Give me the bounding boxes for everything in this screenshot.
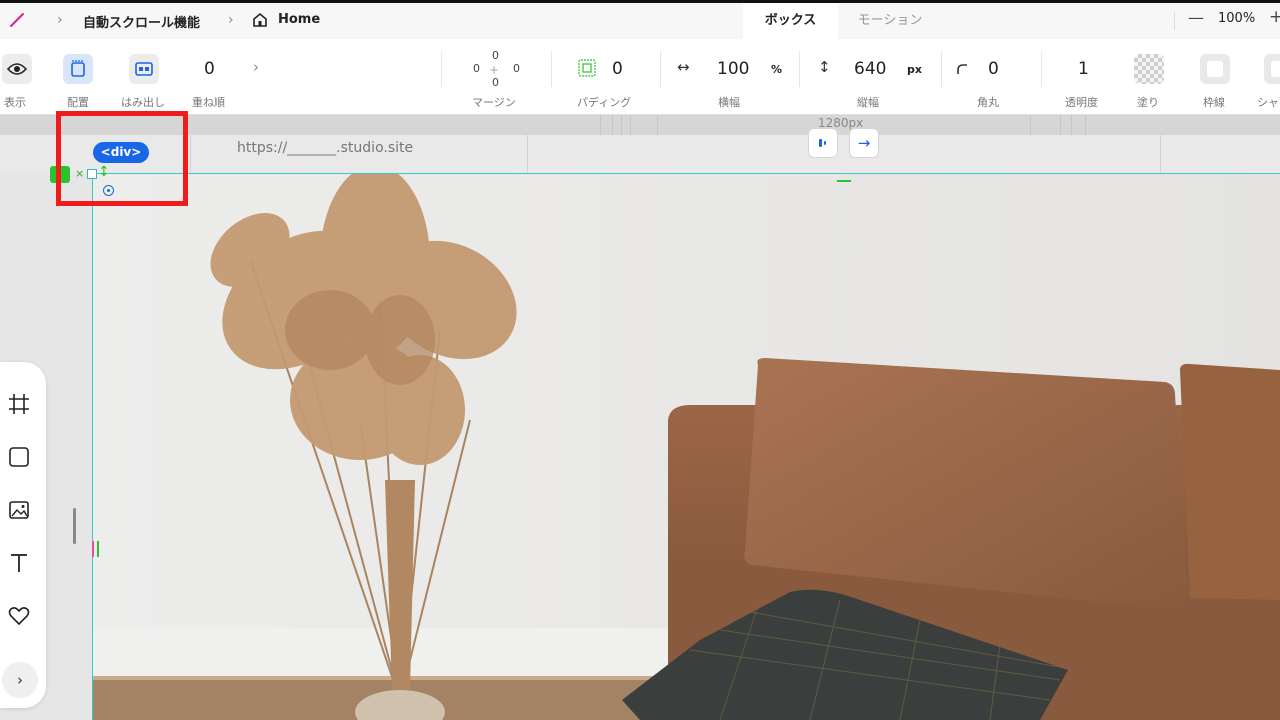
- padding-label: パディング: [577, 96, 632, 109]
- image-tool-icon: [9, 501, 29, 519]
- layout-label: 配置: [67, 96, 89, 109]
- height-unit[interactable]: px: [907, 63, 922, 76]
- hero-image[interactable]: [93, 174, 1280, 720]
- divider: [799, 51, 800, 87]
- panel-resize-handle[interactable]: [73, 508, 76, 544]
- heart-tool-icon: [8, 607, 30, 626]
- border-swatch-icon: [1207, 61, 1223, 77]
- icon-tool-button[interactable]: [8, 605, 30, 627]
- shadow-button[interactable]: [1264, 54, 1280, 84]
- margin-bottom-value[interactable]: 0: [492, 76, 499, 89]
- preview-url: https://_______.studio.site: [237, 140, 414, 156]
- divider: [941, 51, 942, 87]
- tab-box[interactable]: ボックス: [743, 3, 838, 39]
- box-tool-button[interactable]: [8, 446, 30, 468]
- text-tool-button[interactable]: [8, 552, 30, 574]
- divider: [660, 51, 661, 87]
- frame-outline-left: [92, 173, 93, 720]
- padding-value[interactable]: 0: [612, 59, 623, 79]
- guide-marker: [92, 541, 94, 557]
- zindex-label: 重ね順: [192, 96, 225, 109]
- canvas-ruler: [0, 115, 1280, 135]
- radius-value[interactable]: 0: [988, 59, 999, 79]
- align-start-button[interactable]: [808, 128, 838, 158]
- home-icon: [253, 12, 267, 27]
- divider: [1041, 51, 1042, 87]
- layout-icon: [71, 60, 85, 77]
- eye-icon: [7, 63, 27, 75]
- align-bar-icon: [819, 139, 826, 147]
- opacity-value[interactable]: 1: [1078, 59, 1089, 79]
- studio-logo-icon[interactable]: [8, 11, 26, 29]
- padding-icon: [578, 59, 596, 77]
- divider: [1174, 12, 1175, 30]
- chevron-right-icon: ›: [57, 12, 63, 28]
- frame-outline-top: [92, 173, 1280, 174]
- frame-tool-icon: [9, 394, 29, 414]
- border-button[interactable]: [1200, 54, 1230, 84]
- margin-label: マージン: [472, 96, 516, 109]
- zoom-in-button[interactable]: +: [1269, 7, 1280, 27]
- height-label: 縦幅: [857, 96, 879, 109]
- margin-right-value[interactable]: 0: [513, 62, 520, 75]
- breadcrumb-bar: › 自動スクロール機能 › Home: [0, 3, 1280, 39]
- radius-label: 角丸: [977, 96, 999, 109]
- height-arrows-icon: ↕: [818, 58, 831, 76]
- expand-panel-button[interactable]: ›: [2, 662, 38, 698]
- width-value[interactable]: 100: [717, 59, 749, 79]
- display-label: 表示: [4, 96, 26, 109]
- width-unit[interactable]: %: [771, 63, 782, 76]
- overflow-icon: [135, 62, 153, 76]
- spacing-indicator: [837, 180, 851, 182]
- frame-tool-button[interactable]: [8, 393, 30, 415]
- margin-cross-icon: +: [489, 63, 500, 77]
- margin-left-value[interactable]: 0: [473, 62, 480, 75]
- chevron-right-icon: ›: [228, 12, 234, 28]
- divider: [527, 135, 528, 173]
- divider: [1160, 135, 1161, 173]
- zoom-out-button[interactable]: —: [1188, 8, 1204, 27]
- property-toolbar: 表示 配置 はみ出し 0 重ね順 › 0 0 + 0 0 マージン 0 パディン…: [0, 39, 1280, 115]
- breadcrumb-project[interactable]: 自動スクロール機能: [83, 12, 200, 31]
- tab-motion[interactable]: モーション: [840, 3, 940, 39]
- fill-label: 塗り: [1137, 96, 1159, 109]
- guide-marker: [97, 541, 99, 557]
- direction-button[interactable]: →: [849, 128, 879, 158]
- height-value[interactable]: 640: [854, 59, 886, 79]
- tool-panel: [0, 362, 46, 708]
- divider: [551, 51, 552, 87]
- chevron-right-icon[interactable]: ›: [253, 58, 259, 76]
- fill-swatch-button[interactable]: [1134, 54, 1164, 84]
- zindex-value[interactable]: 0: [204, 59, 215, 79]
- shadow-label: シャ: [1257, 96, 1279, 109]
- shadow-swatch-icon: [1271, 61, 1280, 77]
- chevron-right-icon: ›: [17, 671, 23, 689]
- highlight-annotation-box: [56, 111, 188, 206]
- width-arrows-icon: ↔: [677, 58, 690, 76]
- box-tool-icon: [9, 447, 29, 467]
- living-room-photo: [93, 174, 1280, 720]
- arrow-right-icon: →: [857, 134, 871, 152]
- display-toggle-button[interactable]: [2, 54, 32, 84]
- image-tool-button[interactable]: [8, 499, 30, 521]
- zoom-level[interactable]: 100%: [1218, 11, 1255, 26]
- border-label: 枠線: [1203, 96, 1225, 109]
- text-tool-icon: [11, 554, 27, 572]
- margin-top-value[interactable]: 0: [492, 49, 499, 62]
- divider: [190, 135, 191, 173]
- divider: [441, 51, 442, 87]
- breadcrumb-page[interactable]: Home: [278, 12, 320, 27]
- overflow-button[interactable]: [129, 54, 159, 84]
- corner-radius-icon: [957, 64, 967, 74]
- overflow-label: はみ出し: [121, 96, 165, 109]
- layout-button[interactable]: [63, 54, 93, 84]
- width-label: 横幅: [718, 96, 740, 109]
- opacity-label: 透明度: [1065, 96, 1098, 109]
- preview-header: [0, 135, 1280, 173]
